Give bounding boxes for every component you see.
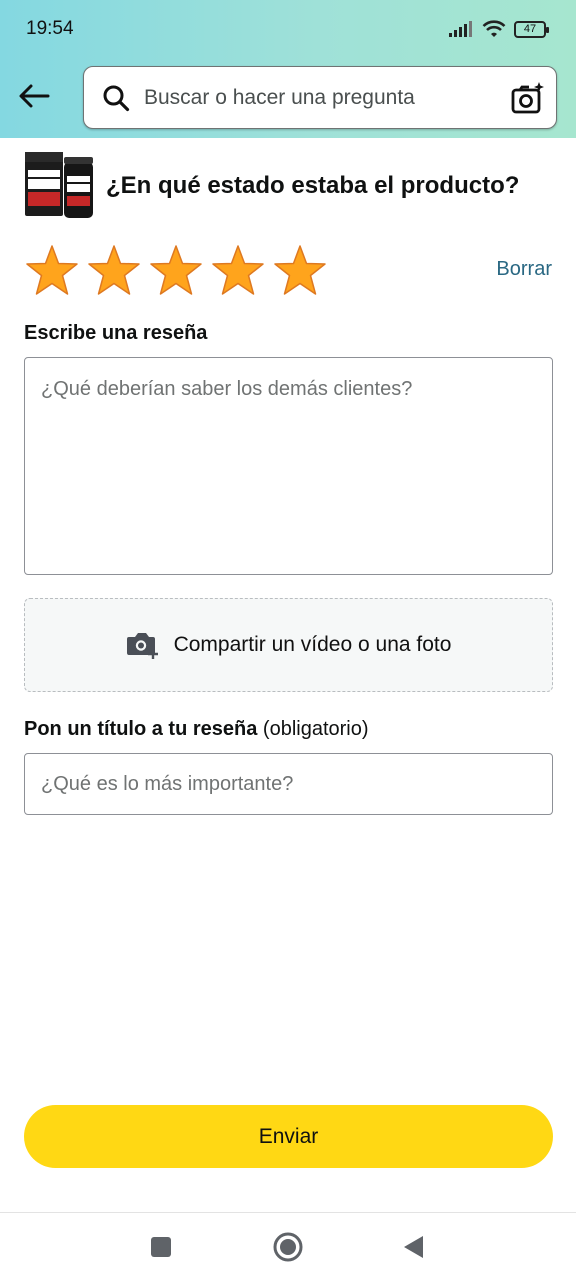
rating-question: ¿En qué estado estaba el producto? xyxy=(106,172,520,199)
home-circle-icon xyxy=(273,1232,303,1262)
clear-rating-link[interactable]: Borrar xyxy=(496,258,552,281)
star-icon[interactable] xyxy=(24,243,80,299)
star-rating[interactable] xyxy=(24,243,328,299)
title-label-text: Pon un título a tu reseña xyxy=(24,718,258,740)
review-label: Escribe una reseña xyxy=(24,322,208,344)
system-nav-bar xyxy=(0,1212,576,1280)
title-label: Pon un título a tu reseña (obligatorio) xyxy=(24,718,369,741)
back-triangle-icon xyxy=(404,1236,423,1258)
title-required-hint: (obligatorio) xyxy=(262,718,369,740)
status-time: 19:54 xyxy=(26,18,74,39)
battery-icon: 47 xyxy=(514,20,549,38)
status-icons: 47 xyxy=(448,18,549,40)
search-input[interactable] xyxy=(144,79,494,117)
camera-add-icon xyxy=(126,633,158,659)
share-media-button[interactable]: Compartir un vídeo o una foto xyxy=(24,598,553,692)
back-button[interactable] xyxy=(14,76,54,116)
home-button[interactable] xyxy=(271,1230,305,1264)
search-icon xyxy=(103,85,130,112)
battery-level: 47 xyxy=(523,23,537,35)
star-icon[interactable] xyxy=(272,243,328,299)
star-icon[interactable] xyxy=(210,243,266,299)
search-bar[interactable] xyxy=(83,66,557,129)
submit-button[interactable]: Enviar xyxy=(24,1105,553,1168)
arrow-left-icon xyxy=(19,84,50,108)
signal-icon xyxy=(449,21,472,37)
review-textarea[interactable] xyxy=(24,357,553,575)
recents-square-icon xyxy=(151,1237,171,1257)
camera-search-icon[interactable] xyxy=(510,81,546,117)
recents-button[interactable] xyxy=(144,1230,178,1264)
star-icon[interactable] xyxy=(148,243,204,299)
system-back-button[interactable] xyxy=(396,1230,430,1264)
product-row: ¿En qué estado estaba el producto? xyxy=(24,148,554,224)
header-bar: 19:54 47 xyxy=(0,0,576,138)
share-media-label: Compartir un vídeo o una foto xyxy=(173,633,452,656)
product-image xyxy=(25,152,93,218)
review-title-input[interactable] xyxy=(24,753,553,815)
star-icon[interactable] xyxy=(86,243,142,299)
wifi-icon xyxy=(482,20,506,37)
